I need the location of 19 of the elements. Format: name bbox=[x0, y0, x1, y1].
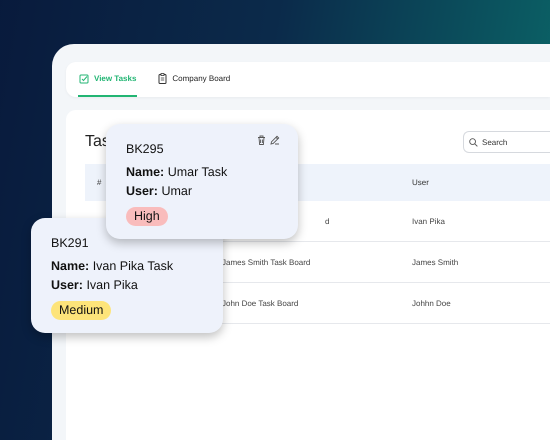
priority-tag: High bbox=[126, 207, 168, 226]
search-icon bbox=[469, 138, 478, 147]
table-cell: d bbox=[325, 216, 330, 226]
task-user: User: Ivan Pika bbox=[51, 278, 139, 293]
search-field[interactable]: Search bbox=[463, 131, 550, 153]
task-code: BK291 bbox=[51, 236, 90, 251]
priority-tag: Medium bbox=[51, 301, 112, 320]
table-cell: Ivan Pika bbox=[400, 201, 550, 242]
task-user: User: Umar bbox=[126, 184, 194, 199]
task-code: BK295 bbox=[126, 142, 165, 157]
trash-icon[interactable] bbox=[257, 135, 266, 145]
table-cell: Johhn Doe bbox=[400, 282, 550, 324]
clipboard-icon bbox=[158, 73, 168, 84]
pencil-icon[interactable] bbox=[270, 135, 280, 145]
task-name: Name: Ivan Pika Task bbox=[51, 259, 174, 274]
tab[interactable]: Company Board bbox=[157, 62, 232, 97]
column-header: User bbox=[400, 164, 550, 201]
table-cell: James Smith bbox=[400, 242, 550, 282]
checkbox-icon bbox=[79, 74, 89, 84]
